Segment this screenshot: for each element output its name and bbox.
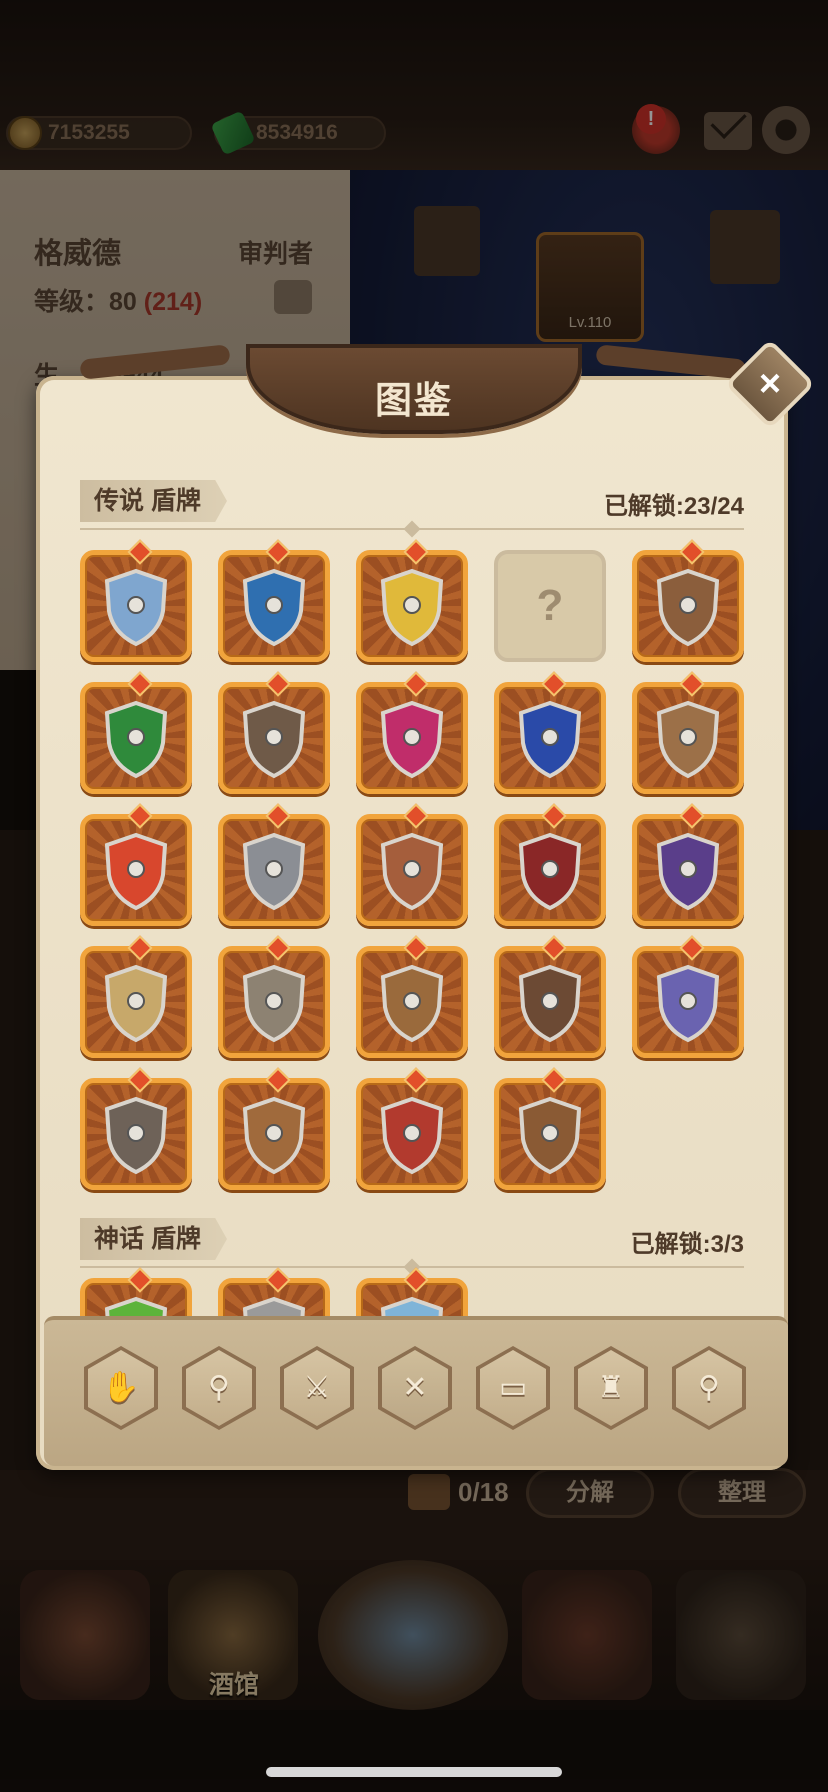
seahorse-banner-shield-icon (515, 699, 585, 779)
shield-cell[interactable] (494, 682, 606, 794)
section-unlock-count: 已解锁:23/24 (603, 493, 744, 520)
section-divider (80, 528, 744, 530)
mythic-section-header: 神话 盾牌 已解锁:3/3 (80, 1218, 744, 1268)
shield-cell[interactable] (80, 550, 192, 662)
diamond-steel-shield-icon (239, 831, 309, 911)
modal-title: 图鉴 (375, 380, 453, 421)
shield-cell[interactable] (218, 946, 330, 1058)
iron-rim-round-shield-icon (515, 963, 585, 1043)
red-spiked-shield-icon (515, 831, 585, 911)
shield-cell[interactable] (632, 946, 744, 1058)
shield-cell[interactable] (632, 814, 744, 926)
shield-cell[interactable] (218, 814, 330, 926)
green-mythic-shield-icon (101, 1295, 171, 1318)
round-wooden-boss-shield-icon (377, 831, 447, 911)
section-unlock-count: 已解锁:3/3 (630, 1231, 744, 1258)
grey-round-shield-icon (101, 1095, 171, 1175)
round-yellow-blue-shield-icon (377, 567, 447, 647)
plank-heater-shield-icon (377, 963, 447, 1043)
purple-heater-shield-icon (653, 963, 723, 1043)
barrel-shield-icon (653, 567, 723, 647)
ice-mythic-shield-icon (377, 1295, 447, 1318)
shield-cell[interactable] (356, 814, 468, 926)
stone-kite-shield-icon (239, 963, 309, 1043)
shield-cell[interactable] (632, 682, 744, 794)
shield-cell[interactable] (494, 1078, 606, 1190)
shield-cell[interactable] (494, 814, 606, 926)
shield-cell[interactable] (80, 682, 192, 794)
shield-cell[interactable] (356, 1078, 468, 1190)
legendary-shield-grid: ? (80, 550, 744, 1190)
shield-cell[interactable] (356, 1278, 468, 1318)
axe-round-shield-icon (653, 699, 723, 779)
legendary-section-header: 传说 盾牌 已解锁:23/24 (80, 480, 744, 530)
shield-cell[interactable] (218, 550, 330, 662)
wooden-round-shield-icon (239, 1095, 309, 1175)
codex-scroll-area[interactable]: 传说 盾牌 已解锁:23/24 ? 神话 盾牌 已解锁:3/3 (36, 470, 788, 1318)
shield-cell[interactable] (80, 1078, 192, 1190)
clover-shield-icon (101, 699, 171, 779)
shield-cell[interactable] (356, 550, 468, 662)
shield-cell[interactable] (356, 682, 468, 794)
shield-cell[interactable] (80, 1278, 192, 1318)
wolf-shield-icon (101, 831, 171, 911)
shield-cell[interactable] (632, 550, 744, 662)
wooden-heater-boss-shield-icon (515, 1095, 585, 1175)
shield-cell[interactable] (80, 814, 192, 926)
section-tag: 神话 盾牌 (80, 1218, 227, 1260)
shield-cell[interactable] (356, 946, 468, 1058)
mythic-shield-grid (80, 1278, 744, 1318)
locked-shield-cell[interactable]: ? (494, 550, 606, 662)
shield-cell[interactable] (494, 946, 606, 1058)
horned-mythic-shield-icon (239, 1295, 309, 1318)
bronze-round-shield-icon (101, 963, 171, 1043)
axe-blue-shield-icon (239, 567, 309, 647)
stag-shield-icon (101, 567, 171, 647)
close-icon[interactable]: × (738, 352, 802, 416)
section-divider (80, 1266, 744, 1268)
shield-cell[interactable] (80, 946, 192, 1058)
section-tag: 传说 盾牌 (80, 480, 227, 522)
pink-flower-shield-icon (377, 699, 447, 779)
home-indicator (266, 1767, 562, 1777)
shield-cell[interactable] (218, 682, 330, 794)
question-mark-icon: ? (536, 581, 564, 630)
shield-cell[interactable] (218, 1278, 330, 1318)
shield-cell[interactable] (218, 1078, 330, 1190)
red-black-heater-shield-icon (377, 1095, 447, 1175)
spiked-stone-shield-icon (239, 699, 309, 779)
purple-crystal-shield-icon (653, 831, 723, 911)
